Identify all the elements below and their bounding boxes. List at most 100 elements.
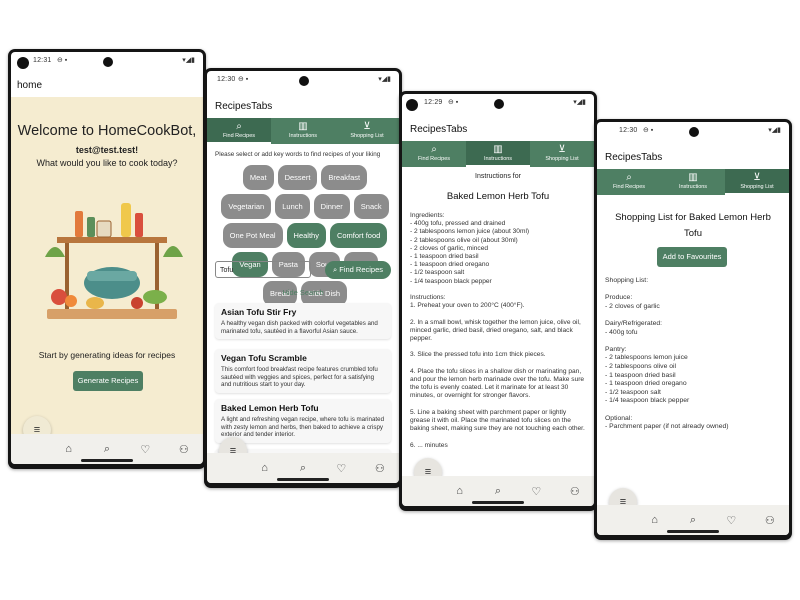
recipe-card[interactable]: Baked Lemon Herb Tofu A light and refresh… [215,399,391,443]
start-prompt: Start by generating ideas for recipes [38,350,176,360]
welcome-heading: Welcome to HomeCookBot, [17,123,197,139]
keyword-chips: Meat Dessert Breakfast Vegetarian Lunch Dinne… [217,163,393,308]
home-icon[interactable]: ⌂ [450,485,470,497]
search-icon: ⌕ [626,172,632,183]
home-icon[interactable]: ⌂ [645,514,665,526]
recipe-card[interactable]: Vegan Tofu Scramble This comfort food bre… [215,349,391,393]
find-recipes-button[interactable]: ⌕ Find Recipes [325,261,391,279]
status-time: 12:29 [424,99,443,106]
person-icon[interactable]: ⚇ [565,485,585,498]
find-recipes-screen: 12:30 ⊖ ▪ ▾◢▮ RecipesTabs ⌕ Find Recipes … [207,71,399,483]
keyword-chip[interactable]: Dessert [277,165,318,190]
tab-instructions[interactable]: ▥ Instructions [271,118,335,144]
page-title: home [17,80,43,91]
recipe-instructions-text: Ingredients: - 400g tofu, pressed and dr… [410,212,585,449]
person-icon[interactable]: ⚇ [174,443,194,456]
tab-label: Shopping List [350,133,384,139]
recipe-card-description: A light and refreshing vegan recipe, whe… [221,416,385,438]
book-icon: ▥ [493,144,503,155]
phone-home: 12:31 ⊖ ▪ ▾◢▮ home Welcome to HomeCookBo… [8,49,206,469]
search-icon[interactable]: ⌕ [293,462,313,475]
person-icon[interactable]: ⚇ [760,514,780,527]
user-email: test@test.test! [75,145,139,155]
status-notification-icons: ⊖ ▪ [643,127,654,134]
recipe-card[interactable]: Asian Tofu Stir Fry A healthy vegan dish … [215,303,391,339]
tab-label: Instructions [483,156,513,162]
keyword-chip[interactable]: Lunch [275,194,310,219]
shopping-list-title: Shopping List for Baked Lemon Herb Tofu [615,212,771,239]
keyword-chip[interactable]: Breakfast [321,165,368,190]
status-notification-icons: ⊖ ▪ [448,99,459,106]
find-recipes-label: Find Recipes [339,265,384,274]
heart-icon[interactable]: ♡ [135,443,155,456]
recipe-card-description: A healthy vegan dish packed with colorfu… [221,320,378,335]
tab-label: Find Recipes [222,133,256,139]
keyword-chip[interactable]: Dinner [313,194,350,219]
tab-find-recipes[interactable]: ⌕ Find Recipes [597,169,661,195]
keyword-chip[interactable]: Snack [353,194,389,219]
search-icon[interactable]: ⌕ [488,485,508,498]
instructions-for-label: Instructions for [475,173,521,180]
heart-icon[interactable]: ♡ [331,462,351,475]
tab-find-recipes[interactable]: ⌕ Find Recipes [402,141,466,167]
tab-label: Instructions [288,133,318,139]
recipe-tabs: ⌕ Find Recipes ▥ Instructions ⊻ Shopping Li… [207,118,399,144]
tab-label: Find Recipes [612,184,646,190]
heart-icon[interactable]: ♡ [526,485,546,498]
recipe-card-title: Asian Tofu Stir Fry [221,307,297,317]
tab-label: Find Recipes [417,156,451,162]
status-signal-icons: ▾◢▮ [768,127,781,134]
status-notification-icons: ⊖ ▪ [57,57,68,64]
keyword-chip[interactable]: Comfort food [329,223,388,248]
recipe-tabs: ⌕ Find Recipes ▥ Instructions ⊻ Shopping Li… [597,169,789,195]
search-icon: ⌕ [236,121,242,132]
status-bar: 12:30 ⊖ ▪ ▾◢▮ [207,71,399,89]
generate-recipes-button[interactable]: Generate Recipes [73,371,143,391]
recipe-tabs: ⌕ Find Recipes ▥ Instructions ⊻ Shopping Li… [402,141,594,167]
keyword-chip[interactable]: Meat [242,165,274,190]
cart-icon: ⊻ [363,121,371,132]
recipe-card-title: Baked Lemon Herb Tofu [221,403,319,413]
tab-label: Instructions [678,184,708,190]
home-icon[interactable]: ⌂ [59,443,79,455]
gesture-bar [277,478,329,481]
status-bar: 12:29 ⊖ ▪ ▾◢▮ [402,94,594,112]
cart-icon: ⊻ [558,144,566,155]
recipe-title: Baked Lemon Herb Tofu [446,191,550,202]
phone-find-recipes: 12:30 ⊖ ▪ ▾◢▮ RecipesTabs ⌕ Find Recipes … [204,68,402,488]
keyword-chip[interactable]: Healthy [286,223,326,248]
tab-shopping-list[interactable]: ⊻ Shopping List [725,169,789,195]
instructions-screen: 12:29 ⊖ ▪ ▾◢▮ RecipesTabs ⌕ Find Recipes … [402,94,594,506]
status-time: 12:30 [217,76,236,83]
tab-instructions[interactable]: ▥ Instructions [466,141,530,167]
front-camera [299,76,309,86]
status-time: 12:31 [33,57,52,64]
search-icon[interactable]: ⌕ [97,443,117,456]
home-icon[interactable]: ⌂ [255,462,275,474]
gesture-bar [81,459,133,462]
keyword-chip[interactable]: One Pot Meal [222,223,283,248]
add-to-favourites-button[interactable]: Add to Favourites [657,247,727,267]
keyword-chip[interactable]: Vegetarian [221,194,272,219]
search-input[interactable]: Tofu [215,261,311,278]
kitchen-illustration [45,203,183,319]
search-icon[interactable]: ⌕ [683,514,703,527]
person-icon[interactable]: ⚇ [370,462,390,475]
status-bar: 12:31 ⊖ ▪ ▾◢▮ [11,52,203,70]
shopping-list-screen: 12:30 ⊖ ▪ ▾◢▮ RecipesTabs ⌕ Find Recipes … [597,122,789,535]
home-content: Welcome to HomeCookBot, test@test.test! … [11,97,203,434]
tab-shopping-list[interactable]: ⊻ Shopping List [335,118,399,144]
hide-search-link[interactable]: Hide Search [207,288,399,297]
status-bar: 12:30 ⊖ ▪ ▾◢▮ [597,122,789,140]
tab-find-recipes[interactable]: ⌕ Find Recipes [207,118,271,144]
recipe-card-description: This comfort food breakfast recipe featu… [221,366,378,388]
tab-label: Shopping List [740,184,774,190]
tab-instructions[interactable]: ▥ Instructions [661,169,725,195]
tab-label: Shopping List [545,156,579,162]
tab-shopping-list[interactable]: ⊻ Shopping List [530,141,594,167]
phone-instructions: 12:29 ⊖ ▪ ▾◢▮ RecipesTabs ⌕ Find Recipes … [399,91,597,511]
heart-icon[interactable]: ♡ [721,514,741,527]
front-camera [103,57,113,67]
page-title: RecipesTabs [410,124,468,135]
page-title: RecipesTabs [215,101,273,112]
